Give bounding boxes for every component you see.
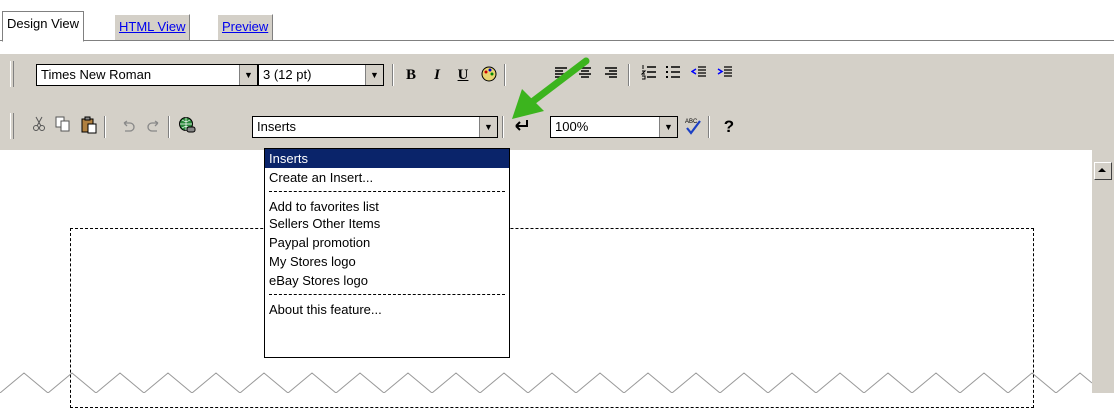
- inserts-dropdown-list: Inserts Create an Insert... Add to favor…: [264, 148, 510, 358]
- indent-button[interactable]: [714, 64, 736, 86]
- triangle-up-icon: [1098, 168, 1106, 172]
- font-family-select[interactable]: Times New Roman ▼: [36, 64, 258, 86]
- italic-button[interactable]: I: [426, 64, 448, 86]
- toolbar2-separator: [708, 116, 710, 138]
- scroll-up-button[interactable]: [1094, 162, 1112, 180]
- toolbar2-separator: [168, 116, 170, 138]
- redo-icon: [147, 120, 159, 132]
- tab-baseline: [0, 40, 1114, 41]
- spellcheck-icon: ABC: [685, 119, 701, 135]
- outdent-button[interactable]: [688, 64, 710, 86]
- font-size-select[interactable]: 3 (12 pt) ▼: [258, 64, 384, 86]
- font-family-value: Times New Roman: [41, 67, 152, 82]
- inserts-option[interactable]: Inserts: [265, 149, 509, 168]
- toolbar2-separator: [104, 116, 106, 138]
- undo-icon: [123, 120, 135, 132]
- bulleted-list-icon: [666, 66, 680, 78]
- tab-preview[interactable]: Preview: [217, 14, 274, 40]
- cut-button[interactable]: [28, 116, 50, 138]
- spell-check-button[interactable]: ABC: [682, 116, 704, 138]
- my-stores-logo-option[interactable]: My Stores logo: [265, 252, 509, 271]
- vertical-scrollbar[interactable]: [1092, 150, 1114, 393]
- text-color-button[interactable]: [478, 64, 500, 86]
- inserts-select[interactable]: Inserts ▼: [252, 116, 498, 138]
- toolbar1-separator: [392, 64, 394, 86]
- scissors-icon: [33, 116, 45, 131]
- undo-button[interactable]: [118, 116, 140, 138]
- tab-preview-link[interactable]: Preview: [222, 19, 268, 34]
- toolbar2-grip[interactable]: [10, 113, 14, 139]
- font-size-value: 3 (12 pt): [263, 67, 312, 82]
- bulleted-list-button[interactable]: [662, 64, 684, 86]
- font-size-dropdown-arrow-icon[interactable]: ▼: [365, 65, 383, 85]
- toolbar1-separator: [628, 64, 630, 86]
- copy-button[interactable]: [52, 116, 74, 138]
- palette-icon: [481, 66, 497, 82]
- spell-label: ABC: [685, 119, 698, 125]
- content-placeholder-box[interactable]: [70, 228, 1034, 408]
- inserts-select-value: Inserts: [257, 119, 297, 134]
- sellers-other-items-option[interactable]: Sellers Other Items: [265, 214, 509, 233]
- align-right-button[interactable]: [600, 64, 622, 86]
- underline-button[interactable]: U: [452, 64, 474, 86]
- redo-button[interactable]: [142, 116, 164, 138]
- paste-button[interactable]: [78, 116, 100, 138]
- font-family-dropdown-arrow-icon[interactable]: ▼: [239, 65, 257, 85]
- ebay-stores-logo-option[interactable]: eBay Stores logo: [265, 271, 509, 290]
- indent-icon: [717, 66, 732, 77]
- paste-icon: [81, 116, 97, 134]
- toolbar1-grip[interactable]: [10, 61, 14, 87]
- insert-link-button[interactable]: [176, 116, 198, 138]
- zoom-dropdown-arrow-icon[interactable]: ▼: [659, 117, 677, 137]
- tab-design-view-label: Design View: [7, 16, 80, 31]
- tab-html-view-link[interactable]: HTML View: [119, 19, 185, 34]
- paypal-promotion-option[interactable]: Paypal promotion: [265, 233, 509, 252]
- globe-link-icon: [179, 117, 196, 133]
- about-feature-option[interactable]: About this feature...: [265, 300, 509, 319]
- numbered-list-button[interactable]: [638, 64, 660, 86]
- inserts-dropdown-arrow-icon[interactable]: ▼: [479, 117, 497, 137]
- tab-html-view[interactable]: HTML View: [114, 14, 191, 40]
- align-right-icon: [605, 67, 617, 78]
- help-button[interactable]: ?: [718, 116, 740, 138]
- numbered-list-icon: [640, 65, 656, 80]
- create-insert-option[interactable]: Create an Insert...: [265, 168, 509, 187]
- green-arrow-icon: [512, 57, 590, 119]
- outdent-icon: [690, 66, 706, 77]
- view-tabs: Design View HTML View Preview: [0, 0, 1114, 42]
- bold-button[interactable]: B: [400, 64, 422, 86]
- tab-design-view[interactable]: Design View: [2, 11, 85, 42]
- copy-icon: [55, 116, 70, 132]
